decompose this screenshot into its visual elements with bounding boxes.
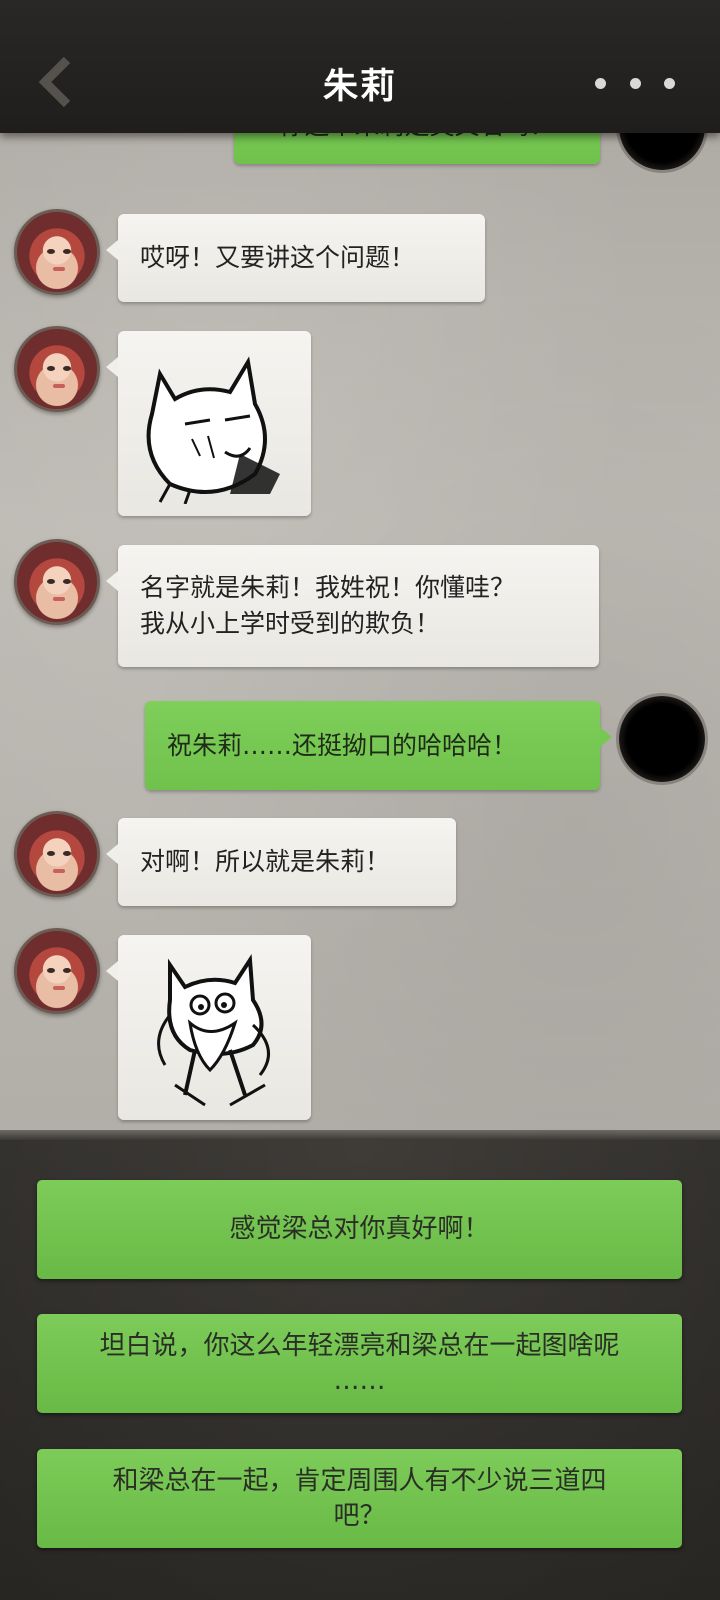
contact-avatar[interactable] bbox=[14, 928, 100, 1014]
incoming-message: 哎呀！又要讲这个问题！ bbox=[106, 214, 485, 302]
message-text-line: 我从小上学时受到的欺负！ bbox=[140, 609, 441, 638]
option-text: 坦白说，你这么年轻漂亮和梁总在一起图啥呢 bbox=[99, 1330, 620, 1361]
cat-tongue-sticker bbox=[156, 953, 270, 1107]
sticker-message bbox=[106, 935, 311, 1120]
message-text: 哎呀！又要讲这个问题！ bbox=[140, 243, 416, 272]
more-options-button[interactable] bbox=[595, 68, 675, 98]
message-text-line: 名字就是朱莉！我姓祝！你懂哇？ bbox=[140, 573, 516, 602]
reply-option-3[interactable]: 和梁总在一起，肯定周围人有不少说三道四 吧？ bbox=[37, 1449, 682, 1548]
chat-header: 朱莉 bbox=[0, 0, 720, 133]
option-text: …… bbox=[333, 1365, 386, 1396]
chat-area[interactable]: 你这个朱莉是英文名吗？ 哎呀！又要讲这个问题！ 名字就是朱莉！我姓祝！你懂哇？ … bbox=[0, 118, 720, 1130]
contact-avatar[interactable] bbox=[14, 539, 100, 625]
reply-option-1[interactable]: 感觉梁总对你真好啊！ bbox=[37, 1180, 682, 1279]
sticker-message bbox=[106, 331, 311, 516]
contact-avatar[interactable] bbox=[14, 209, 100, 295]
incoming-message: 对啊！所以就是朱莉！ bbox=[106, 818, 456, 906]
chat-divider bbox=[0, 1130, 720, 1140]
outgoing-message: 祝朱莉……还挺拗口的哈哈哈！ bbox=[145, 701, 612, 790]
cat-grimace-sticker bbox=[146, 355, 280, 504]
option-text: 和梁总在一起，肯定周围人有不少说三道四 bbox=[112, 1465, 607, 1496]
more-dot-icon bbox=[629, 77, 641, 89]
more-dot-icon bbox=[664, 77, 675, 89]
contact-avatar[interactable] bbox=[14, 811, 100, 897]
message-text: 对啊！所以就是朱莉！ bbox=[140, 847, 391, 876]
incoming-message: 名字就是朱莉！我姓祝！你懂哇？ 我从小上学时受到的欺负！ bbox=[106, 545, 599, 667]
self-avatar[interactable] bbox=[619, 696, 705, 782]
option-text: 吧？ bbox=[333, 1500, 386, 1531]
message-text: 祝朱莉……还挺拗口的哈哈哈！ bbox=[167, 730, 518, 760]
more-dot-icon bbox=[595, 77, 606, 89]
reply-options-panel: 感觉梁总对你真好啊！ 坦白说，你这么年轻漂亮和梁总在一起图啥呢 …… 和梁总在一… bbox=[0, 1140, 720, 1600]
contact-avatar[interactable] bbox=[14, 326, 100, 412]
reply-option-2[interactable]: 坦白说，你这么年轻漂亮和梁总在一起图啥呢 …… bbox=[37, 1314, 682, 1413]
option-text: 感觉梁总对你真好啊！ bbox=[229, 1214, 490, 1244]
